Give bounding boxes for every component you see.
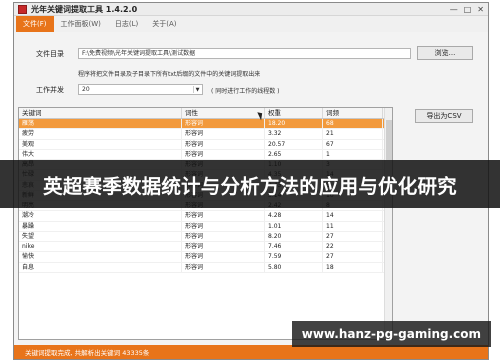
export-csv-button[interactable]: 导出为CSV [415,109,473,123]
col-keyword[interactable]: 关键词 [19,108,182,118]
cell-pos: 形容词 [182,149,265,159]
cell-pos: 形容词 [182,119,265,129]
maximize-icon[interactable]: □ [464,5,472,14]
window-title: 光年关键词提取工具 1.4.2.0 [31,4,138,14]
cell-keyword: 自息 [19,262,182,272]
close-icon[interactable]: ✕ [477,5,484,14]
table-row[interactable]: 疲劳 形容词 3.32 21 [19,129,392,140]
cell-pos: 形容词 [182,211,265,221]
cell-frequency: 22 [323,242,383,252]
cell-keyword: 美观 [19,139,182,149]
table-row[interactable]: 美观 形容词 20.57 67 [19,139,392,150]
scroll-thumb[interactable] [386,120,392,160]
settings-form: 文件目录 F:\免费视频\光年关键词提取工具\测试数据 浏览... 程序将把文件… [14,32,488,112]
dir-label: 文件目录 [36,50,64,58]
title-bar: 光年关键词提取工具 1.4.2.0 — □ ✕ [14,3,488,16]
menu-bar: 文件(F) 工作面板(W) 日志(L) 关于(A) [14,16,488,32]
table-row[interactable]: 雁荡 形容词 18.20 68 [19,119,392,130]
cell-keyword: 暴躁 [19,221,182,231]
concurrency-label: 工作并发 [36,86,64,94]
table-row[interactable]: 失望 形容词 8.20 27 [19,231,392,242]
cell-weight: 7.59 [265,252,323,262]
cell-frequency: 67 [323,139,383,149]
table-row[interactable]: nike 形容词 7.46 22 [19,242,392,253]
table-row[interactable]: 伟大 形容词 2.65 1 [19,149,392,160]
dir-hint: 程序将把文件目录及子目录下所有txt后缀的文件中的关键词提取出来 [78,71,261,78]
cell-keyword: 愉快 [19,252,182,262]
concurrency-select[interactable]: 20 ▼ [78,84,203,95]
table-row[interactable]: 潮冷 形容词 4.28 14 [19,211,392,222]
menu-about[interactable]: 关于(A) [145,16,183,32]
cell-keyword: 疲劳 [19,129,182,139]
cell-weight: 1.01 [265,221,323,231]
cell-frequency: 21 [323,129,383,139]
table-header: 关键词 词性 权重 词频 [19,108,392,119]
overlay-banner: 英超赛季数据统计与分析方法的应用与优化研究 [0,160,500,208]
dir-input[interactable]: F:\免费视频\光年关键词提取工具\测试数据 [78,48,411,59]
table-row[interactable]: 暴躁 形容词 1.01 11 [19,221,392,232]
cell-pos: 形容词 [182,242,265,252]
cell-weight: 20.57 [265,139,323,149]
cell-keyword: 雁荡 [19,119,182,129]
menu-file[interactable]: 文件(F) [16,16,54,32]
menu-log[interactable]: 日志(L) [108,16,145,32]
col-weight[interactable]: 权重 [265,108,323,118]
cell-weight: 3.32 [265,129,323,139]
cell-weight: 5.80 [265,262,323,272]
minimize-icon[interactable]: — [450,5,458,14]
col-frequency[interactable]: 词频 [323,108,383,118]
cell-pos: 形容词 [182,139,265,149]
cell-frequency: 27 [323,231,383,241]
cell-weight: 18.20 [265,119,323,129]
watermark: www.hanz-pg-gaming.com [291,321,491,347]
vertical-scrollbar[interactable] [384,108,392,339]
concurrency-value: 20 [82,86,90,93]
cell-weight: 7.46 [265,242,323,252]
cell-pos: 形容词 [182,262,265,272]
keyword-table: 关键词 词性 权重 词频 雁荡 形容词 18.20 68 疲劳 形容词 3.32 21 美观 形容… [18,107,393,340]
cell-keyword: 潮冷 [19,211,182,221]
window-controls: — □ ✕ [450,5,484,14]
cell-weight: 8.20 [265,231,323,241]
cell-frequency: 68 [323,119,383,129]
cell-frequency: 27 [323,252,383,262]
col-pos[interactable]: 词性 [182,108,265,118]
menu-workpanel[interactable]: 工作面板(W) [54,16,108,32]
chevron-down-icon[interactable]: ▼ [193,86,201,93]
cell-weight: 4.28 [265,211,323,221]
cell-frequency: 1 [323,149,383,159]
status-bar: 关键词提取完成, 共解析出关键词 43335条 [14,345,488,359]
table-row[interactable]: 愉快 形容词 7.59 27 [19,252,392,263]
banner-text: 英超赛季数据统计与分析方法的应用与优化研究 [43,174,457,198]
browse-button[interactable]: 浏览... [417,46,473,60]
app-logo-icon [18,4,27,14]
cell-frequency: 18 [323,262,383,272]
concurrency-note: ( 同时进行工作的线程数 ) [211,88,280,95]
cell-frequency: 11 [323,221,383,231]
cell-keyword: nike [19,242,182,252]
cell-weight: 2.65 [265,149,323,159]
table-row[interactable]: 自息 形容词 5.80 18 [19,262,392,273]
cell-keyword: 伟大 [19,149,182,159]
cell-pos: 形容词 [182,221,265,231]
cell-frequency: 14 [323,211,383,221]
cell-pos: 形容词 [182,231,265,241]
cell-pos: 形容词 [182,252,265,262]
cell-keyword: 失望 [19,231,182,241]
cell-pos: 形容词 [182,129,265,139]
